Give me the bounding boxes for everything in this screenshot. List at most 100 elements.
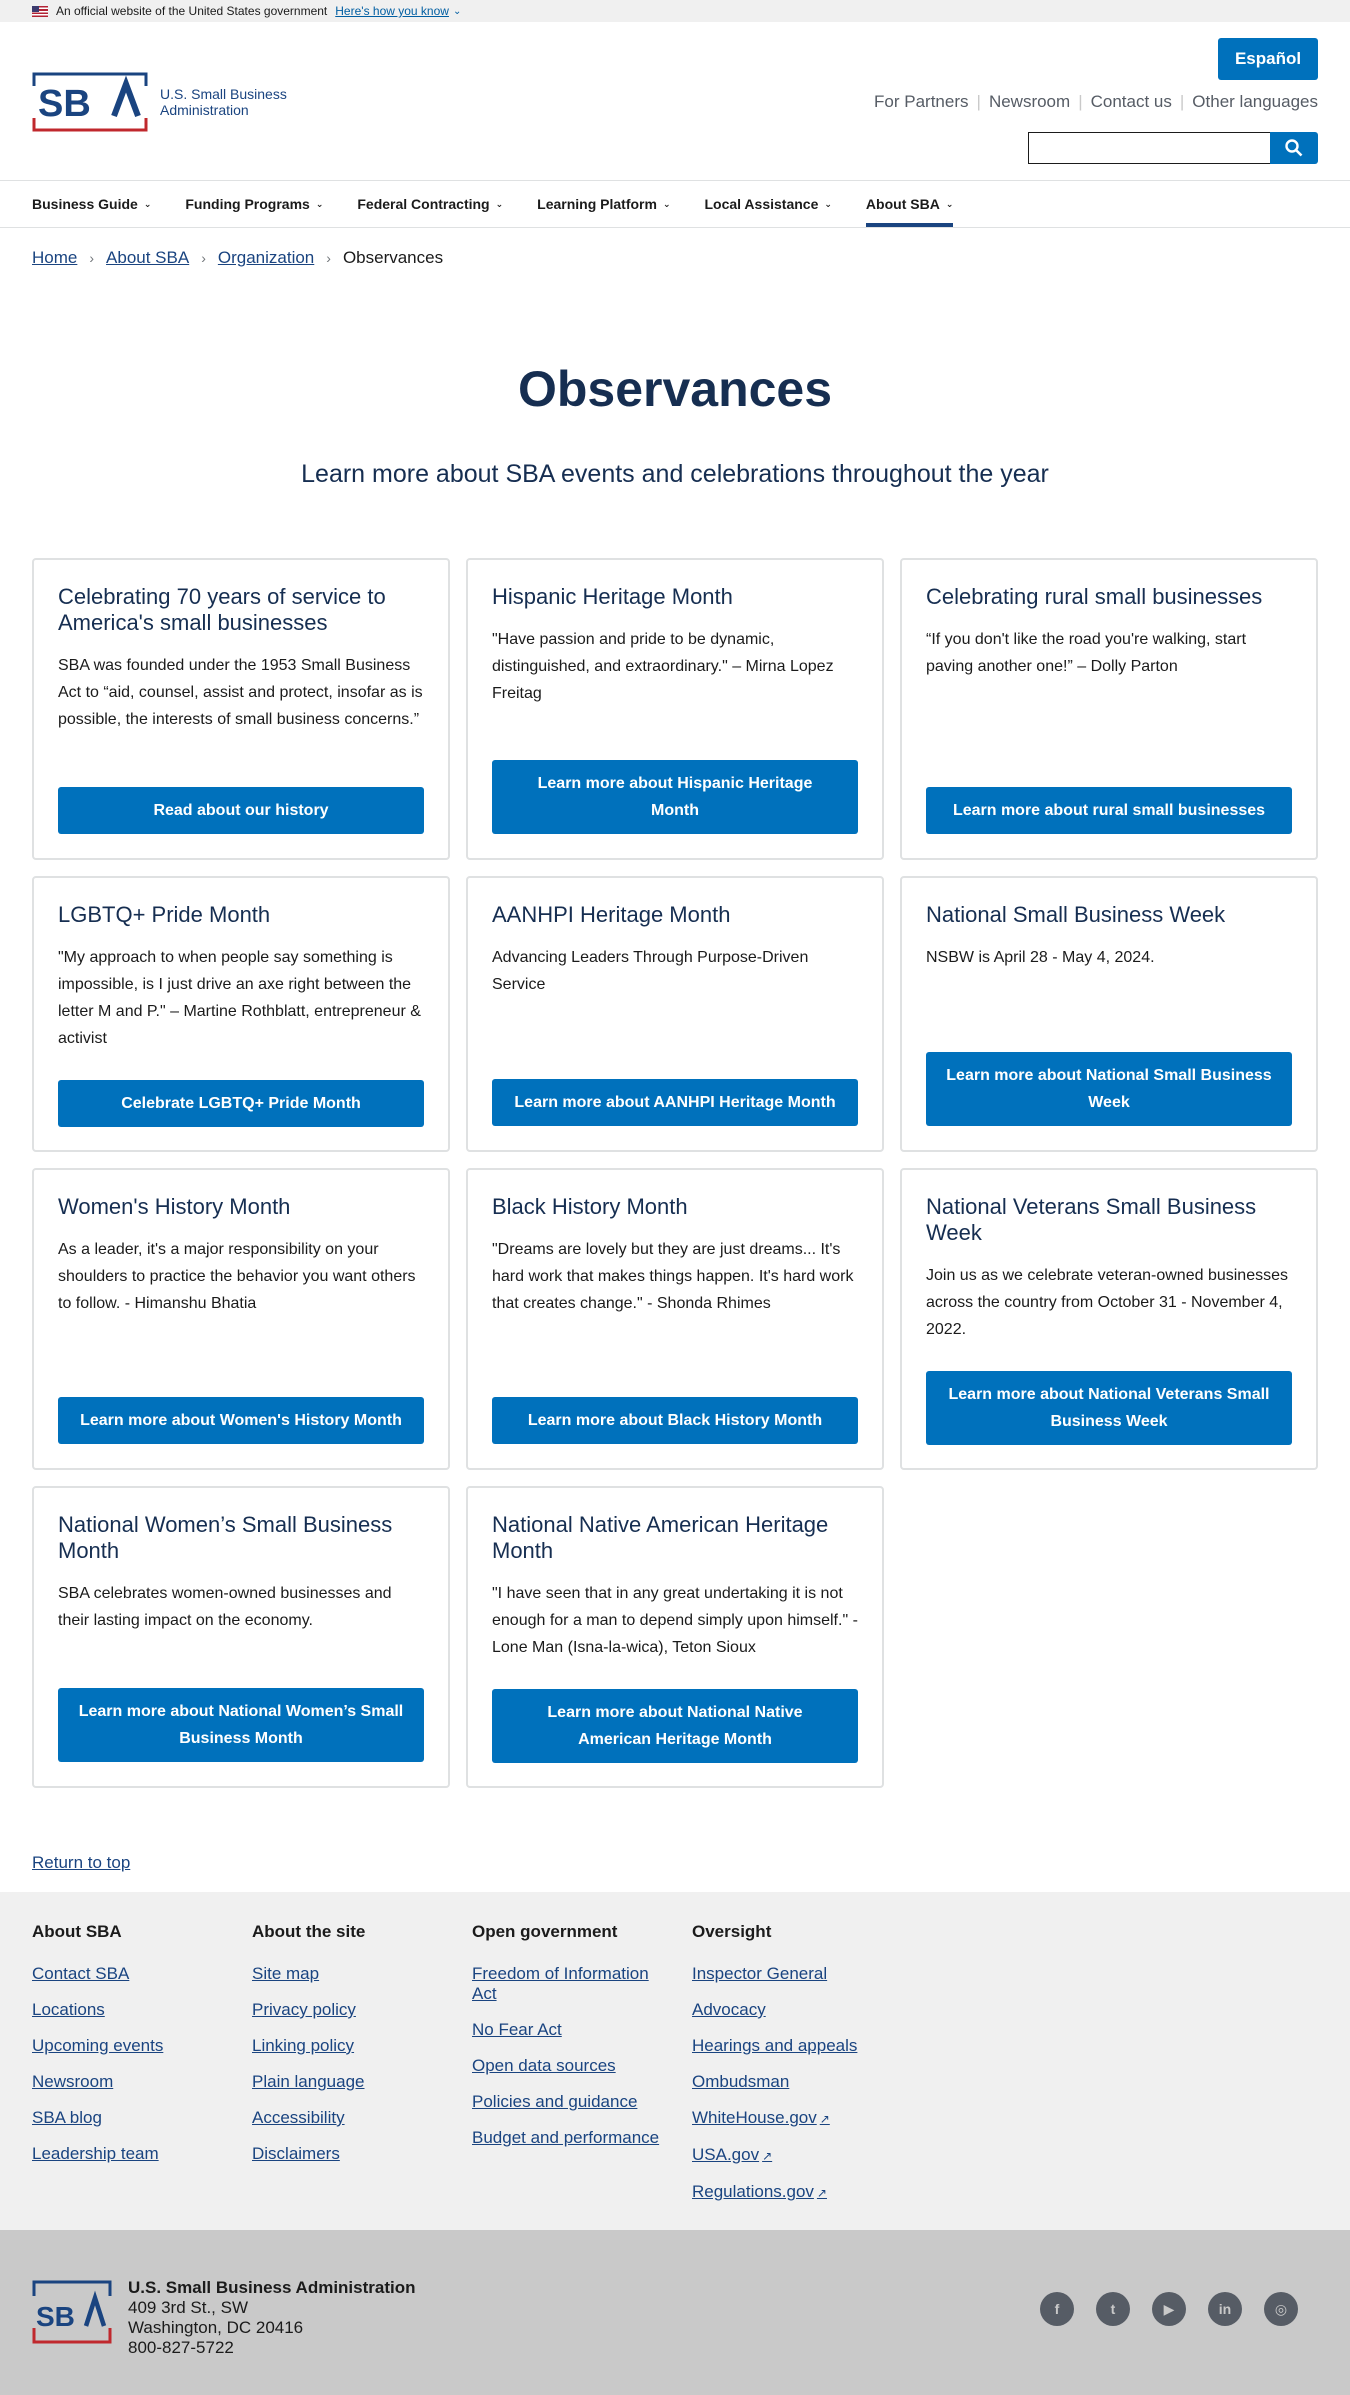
footer-link[interactable]: Inspector General [692,1964,892,1984]
external-link-icon: ↗ [816,2186,827,2200]
card-title: National Veterans Small Business Week [926,1194,1257,1245]
nav-federal-contracting[interactable]: Federal Contracting ⌄ [357,181,503,227]
footer-link[interactable]: Linking policy [252,2036,452,2056]
chevron-down-icon: ⌄ [495,198,504,209]
hispanic-heritage-button[interactable]: Learn more about Hispanic Heritage Month [492,760,858,834]
footer-link[interactable]: Open data sources [472,2056,672,2076]
womens-history-button[interactable]: Learn more about Women's History Month [58,1397,424,1444]
nav-about-sba[interactable]: About SBA ⌄ [865,181,954,227]
observance-card: LGBTQ+ Pride Month "My approach to when … [32,876,450,1152]
footer-link[interactable]: Disclaimers [252,2144,452,2164]
card-title: LGBTQ+ Pride Month [58,902,271,927]
facebook-icon[interactable]: f [1040,2292,1074,2326]
footer-link[interactable]: Site map [252,1964,452,1984]
card-body: “If you don't like the road you're walki… [926,631,1247,675]
footer-link[interactable]: Upcoming events [32,2036,232,2056]
breadcrumb-organization[interactable]: Organization [218,248,314,268]
black-history-button[interactable]: Learn more about Black History Month [492,1397,858,1444]
breadcrumb-home[interactable]: Home [32,248,77,268]
social-links: f t ▶ in ◎ [1018,2292,1298,2326]
divider: | [1179,92,1185,111]
linkedin-icon[interactable]: in [1208,2292,1242,2326]
footer-link[interactable]: Plain language [252,2072,452,2092]
observance-card: National Small Business Week NSBW is Apr… [900,876,1318,1152]
read-history-button[interactable]: Read about our history [58,787,424,834]
page-subtitle: Learn more about SBA events and celebrat… [301,460,1049,488]
twitter-icon[interactable]: t [1096,2292,1130,2326]
chevron-right-icon: › [201,250,206,266]
sba-footer-logo-icon[interactable]: SB [32,2280,112,2344]
footer-link-external[interactable]: WhiteHouse.gov ↗ [692,2108,892,2129]
womens-small-business-month-button[interactable]: Learn more about National Women’s Small … [58,1688,424,1762]
for-partners-link[interactable]: For Partners [874,92,968,112]
divider: | [1078,92,1083,111]
card-body: "Dreams are lovely but they are just dre… [492,1241,854,1312]
footer-heading: Oversight [692,1922,772,1941]
footer-link[interactable]: Locations [32,2000,232,2020]
chevron-down-icon: ⌄ [315,198,324,209]
contact-us-link[interactable]: Contact us [1091,92,1172,112]
footer-link[interactable]: Newsroom [32,2072,232,2092]
nav-business-guide[interactable]: Business Guide ⌄ [32,181,151,227]
other-languages-link[interactable]: Other languages [1192,92,1318,112]
observance-card: National Veterans Small Business Week Jo… [900,1168,1318,1470]
rural-small-business-button[interactable]: Learn more about rural small businesses [926,787,1292,834]
observance-card: AANHPI Heritage Month Advancing Leaders … [466,876,884,1152]
card-title: National Women’s Small Business Month [58,1512,393,1563]
footer-col-oversight: Oversight Inspector General Advocacy Hea… [692,1922,892,2219]
youtube-icon[interactable]: ▶ [1152,2292,1186,2326]
card-title: Women's History Month [58,1194,291,1219]
chevron-down-icon: ⌄ [824,198,832,209]
native-american-heritage-button[interactable]: Learn more about National Native America… [492,1689,858,1763]
observance-card: Celebrating 70 years of service to Ameri… [32,558,450,860]
footer-link[interactable]: Policies and guidance [472,2092,672,2112]
external-link-icon: ↗ [762,2149,773,2163]
street-address: 409 3rd St., SW [128,2298,248,2317]
newsroom-link[interactable]: Newsroom [989,92,1070,112]
footer-link[interactable]: No Fear Act [472,2020,672,2040]
city-address: Washington, DC 20416 [128,2318,304,2337]
site-header: SB U.S. Small Business Administration Es… [0,22,1350,180]
footer-link[interactable]: Budget and performance [472,2128,672,2148]
chevron-down-icon: ⌄ [945,198,954,209]
nav-local-assistance[interactable]: Local Assistance ⌄ [705,181,832,227]
chevron-down-icon[interactable]: ⌄ [453,6,461,17]
footer-link[interactable]: Accessibility [252,2108,452,2128]
card-title: Black History Month [492,1194,688,1219]
search-button[interactable] [1270,132,1318,164]
footer-link[interactable]: Privacy policy [252,2000,452,2020]
card-body: As a leader, it's a major responsibility… [58,1241,416,1312]
footer-links: About SBA Contact SBA Locations Upcoming… [0,1892,1350,2230]
pride-month-button[interactable]: Celebrate LGBTQ+ Pride Month [58,1080,424,1127]
footer-col-about-sba: About SBA Contact SBA Locations Upcoming… [32,1922,232,2180]
search-input[interactable] [1028,132,1270,164]
footer-address: U.S. Small Business Administration 409 3… [128,2278,416,2358]
phone-number: 800-827-5722 [128,2338,234,2357]
breadcrumb-current: Observances [342,248,444,267]
observance-card: National Women’s Small Business Month SB… [32,1486,450,1788]
aanhpi-heritage-button[interactable]: Learn more about AANHPI Heritage Month [492,1079,858,1126]
footer-link[interactable]: Hearings and appeals [692,2036,892,2056]
footer-link[interactable]: Leadership team [32,2144,232,2164]
veterans-week-button[interactable]: Learn more about National Veterans Small… [926,1371,1292,1445]
instagram-icon[interactable]: ◎ [1264,2292,1298,2326]
heres-how-you-know-link[interactable]: Here's how you know [335,4,449,18]
card-body: "My approach to when people say somethin… [58,949,421,1047]
card-title: AANHPI Heritage Month [492,902,731,927]
return-to-top-link[interactable]: Return to top [32,1853,130,1873]
footer-link[interactable]: Contact SBA [32,1964,232,1984]
breadcrumb-about-sba[interactable]: About SBA [106,248,189,268]
observance-card: Hispanic Heritage Month "Have passion an… [466,558,884,860]
sba-logo[interactable]: SB U.S. Small Business Administration [32,72,287,132]
espanol-button[interactable]: Español [1218,38,1318,80]
footer-link-external[interactable]: USA.gov ↗ [692,2145,892,2166]
nav-learning-platform[interactable]: Learning Platform ⌄ [537,181,670,227]
nav-funding-programs[interactable]: Funding Programs ⌄ [185,181,323,227]
small-business-week-button[interactable]: Learn more about National Small Business… [926,1052,1292,1126]
footer-link[interactable]: Freedom of Information Act [472,1964,672,2004]
footer-link[interactable]: SBA blog [32,2108,232,2128]
footer-link[interactable]: Advocacy [692,2000,892,2020]
footer-link-external[interactable]: Regulations.gov ↗ [692,2182,892,2203]
footer-link[interactable]: Ombudsman [692,2072,892,2092]
card-title: National Native American Heritage Month [492,1512,829,1563]
